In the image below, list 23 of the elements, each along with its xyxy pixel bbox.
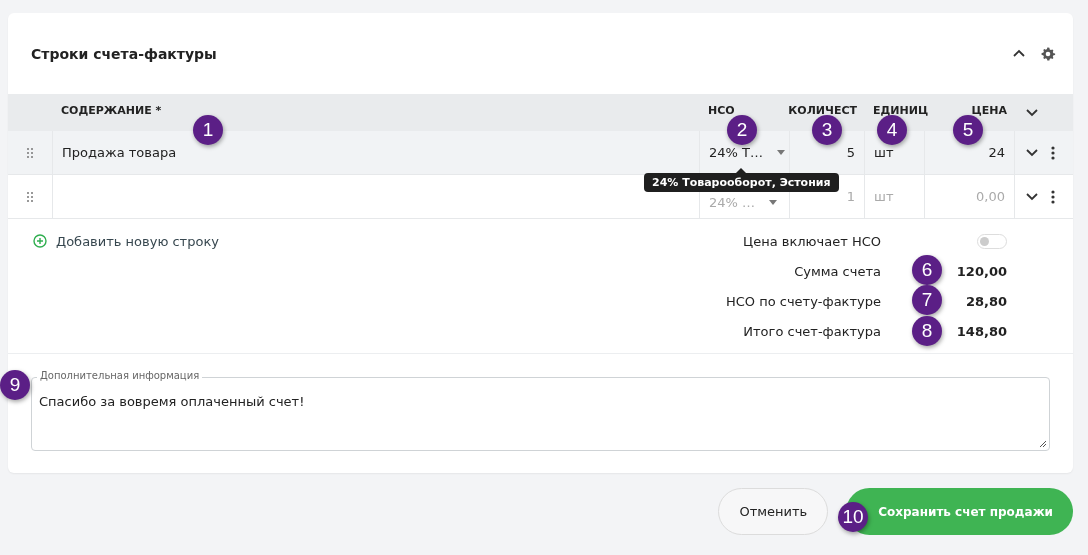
total-value: 28,80 (965, 293, 1007, 309)
total-value: 120,00 (956, 263, 1007, 279)
column-header: КОЛИЧЕСТ (788, 104, 857, 117)
callout-badge: 9 (0, 370, 30, 400)
toggle-label: Цена включает НСО (742, 233, 881, 249)
table-cell: шт (874, 189, 894, 204)
table-cell: 5 (846, 145, 855, 160)
table-cell: 24 (988, 145, 1005, 160)
column-header: ЦЕНА (971, 104, 1007, 117)
total-label: Сумма счета (793, 263, 881, 279)
total-label: НСО по счету-фактуре (724, 293, 881, 309)
callout-badge: 10 (838, 502, 868, 532)
section-title: Строки счета-фактуры (31, 45, 217, 62)
tooltip: 24% Товарооборот, Эстония (644, 168, 839, 192)
table-cell: 1 (846, 189, 855, 204)
table-cell: 0,00 (976, 189, 1005, 204)
column-header: СОДЕРЖАНИЕ * (61, 104, 162, 117)
column-header: НСО (708, 104, 735, 117)
total-label: Итого счет-фактура (742, 323, 881, 339)
total-value: 148,80 (956, 323, 1007, 339)
table-cell: шт (874, 145, 894, 160)
table-cell: Продажа товара (62, 145, 177, 160)
column-header: ЕДИНИЦ (873, 104, 929, 117)
